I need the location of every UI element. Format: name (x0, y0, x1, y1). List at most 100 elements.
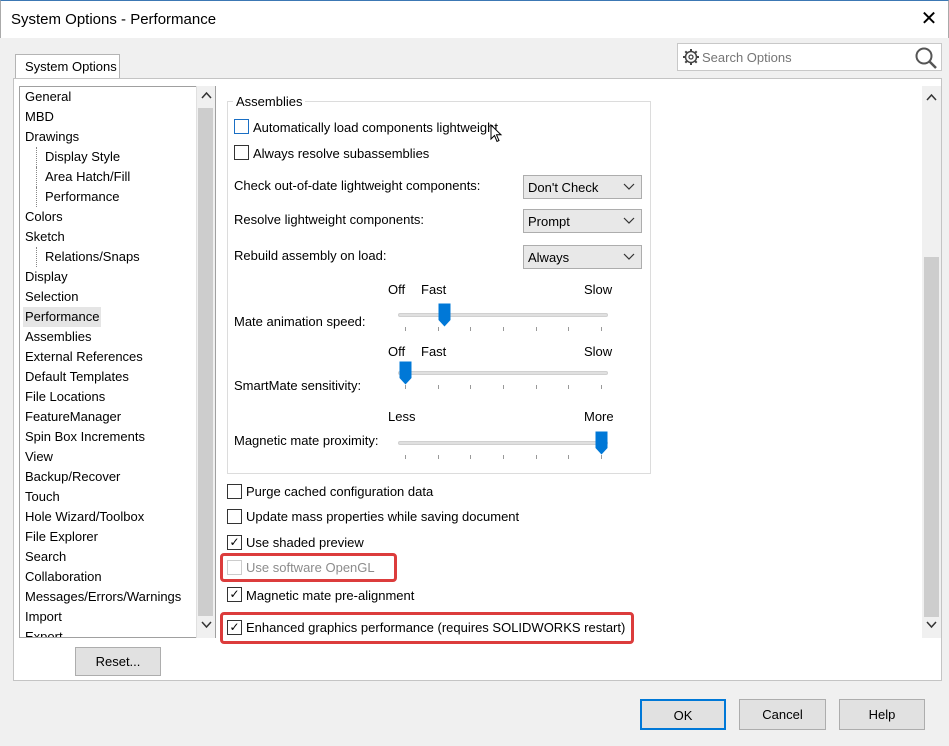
tree-item[interactable]: MBD (23, 107, 56, 127)
resolve-lightweight-label: Resolve lightweight components: (234, 212, 425, 227)
rebuild-on-load-select[interactable]: Always (523, 245, 642, 269)
tree-item[interactable]: Touch (23, 487, 62, 507)
tree-item[interactable]: Performance (36, 187, 121, 207)
chevron-down-icon (623, 183, 635, 190)
purge-cached-label: Purge cached configuration data (246, 484, 434, 499)
slider-fast-label: Fast (421, 344, 447, 359)
slider-tick (437, 455, 439, 459)
slider-max-label: More (584, 409, 614, 424)
slider-tick (470, 455, 472, 459)
update-mass-label: Update mass properties while saving docu… (246, 509, 520, 524)
purge-cached-checkbox[interactable] (227, 484, 242, 499)
slider-tick (405, 327, 406, 331)
scroll-up-icon[interactable] (198, 88, 215, 105)
tree-item[interactable]: Assemblies (23, 327, 93, 347)
slider-tick (601, 455, 602, 459)
slider-tick (601, 385, 602, 389)
update-mass-checkbox[interactable] (227, 509, 242, 524)
chevron-down-icon (623, 253, 635, 260)
enhanced-graphics-checkbox[interactable] (227, 620, 242, 635)
tree-item[interactable]: File Explorer (23, 527, 100, 547)
title-bar: System Options - Performance ✕ (0, 0, 949, 38)
auto-load-lightweight-checkbox[interactable] (234, 119, 249, 134)
slider-fast-label: Fast (421, 282, 447, 297)
auto-load-lightweight-label: Automatically load components lightweigh… (253, 120, 498, 135)
help-button[interactable]: Help (839, 699, 925, 730)
slider-track[interactable] (398, 371, 608, 375)
slider-thumb[interactable] (595, 431, 608, 455)
slider-tick (405, 385, 406, 389)
tree-item[interactable]: View (23, 447, 55, 467)
slider-tick (535, 455, 537, 459)
software-opengl-checkbox[interactable] (227, 560, 242, 575)
search-input[interactable] (702, 47, 902, 67)
check-out-of-date-select[interactable]: Don't Check (523, 175, 642, 199)
selected-value: Prompt (528, 214, 570, 229)
smartmate-label: SmartMate sensitivity: (234, 378, 362, 393)
cancel-button[interactable]: Cancel (739, 699, 826, 730)
search-box[interactable] (677, 43, 942, 71)
tree-item[interactable]: Messages/Errors/Warnings (23, 587, 183, 607)
tree-item[interactable]: Import (23, 607, 64, 627)
slider-tick (535, 385, 537, 389)
slider-min-label: Off (388, 344, 406, 359)
tree-item[interactable]: Export (23, 627, 65, 637)
slider-tick (568, 385, 570, 389)
tree-item[interactable]: Search (23, 547, 68, 567)
search-icon[interactable] (914, 46, 938, 70)
tree-item[interactable]: File Locations (23, 387, 107, 407)
tree-item[interactable]: Sketch (23, 227, 67, 247)
slider-tick (470, 385, 472, 389)
tree-item[interactable]: FeatureManager (23, 407, 123, 427)
chevron-down-icon (623, 217, 635, 224)
slider-tick (437, 327, 439, 331)
slider-tick (568, 327, 570, 331)
selected-value: Always (528, 250, 570, 265)
always-resolve-checkbox[interactable] (234, 145, 249, 160)
scroll-down-icon[interactable] (923, 618, 940, 635)
tree-item[interactable]: Hole Wizard/Toolbox (23, 507, 146, 527)
slider-max-label: Slow (584, 282, 613, 297)
slider-track[interactable] (398, 313, 608, 317)
tree-item[interactable]: Display (23, 267, 70, 287)
rebuild-on-load-label: Rebuild assembly on load: (234, 248, 387, 263)
resolve-lightweight-select[interactable]: Prompt (523, 209, 642, 233)
mate-animation-label: Mate animation speed: (234, 314, 366, 329)
tree-item[interactable]: Collaboration (23, 567, 104, 587)
scroll-up-icon[interactable] (923, 90, 940, 107)
slider-tick (568, 455, 570, 459)
tree-item[interactable]: Spin Box Increments (23, 427, 147, 447)
slider-tick (535, 327, 537, 331)
slider-max-label: Slow (584, 344, 613, 359)
magnetic-prealign-checkbox[interactable] (227, 587, 242, 602)
tree-item[interactable]: Default Templates (23, 367, 131, 387)
tree-item[interactable]: Backup/Recover (23, 467, 122, 487)
content-scroll-thumb[interactable] (924, 257, 939, 617)
shaded-preview-checkbox[interactable] (227, 535, 242, 550)
tree-item[interactable]: General (23, 87, 73, 107)
tree-item[interactable]: Relations/Snaps (36, 247, 142, 267)
slider-thumb[interactable] (438, 303, 451, 327)
close-icon[interactable]: ✕ (917, 7, 941, 31)
tree-item[interactable]: Selection (23, 287, 80, 307)
ok-button[interactable]: OK (640, 699, 726, 730)
tree-item[interactable]: Performance (23, 307, 102, 327)
tree-item[interactable]: Colors (23, 207, 65, 227)
tree-item[interactable]: Area Hatch/Fill (36, 167, 132, 187)
slider-tick (503, 455, 504, 459)
slider-tick (405, 455, 406, 459)
tree-item[interactable]: Drawings (23, 127, 81, 147)
options-tree[interactable]: General MBD Drawings Display Style Area Hatc… (19, 86, 216, 638)
slider-min-label: Off (388, 282, 406, 297)
software-opengl-label: Use software OpenGL (246, 560, 375, 575)
shaded-preview-label: Use shaded preview (246, 535, 364, 550)
tree-item[interactable]: Display Style (36, 147, 122, 167)
tab-system-options[interactable]: System Options (15, 54, 120, 78)
slider-track[interactable] (398, 441, 608, 445)
reset-button[interactable]: Reset... (75, 647, 161, 676)
scroll-down-icon[interactable] (198, 618, 215, 635)
selected-value: Don't Check (528, 180, 599, 195)
tree-scroll-thumb[interactable] (198, 108, 213, 616)
tree-item[interactable]: External References (23, 347, 145, 367)
slider-thumb[interactable] (399, 361, 412, 385)
